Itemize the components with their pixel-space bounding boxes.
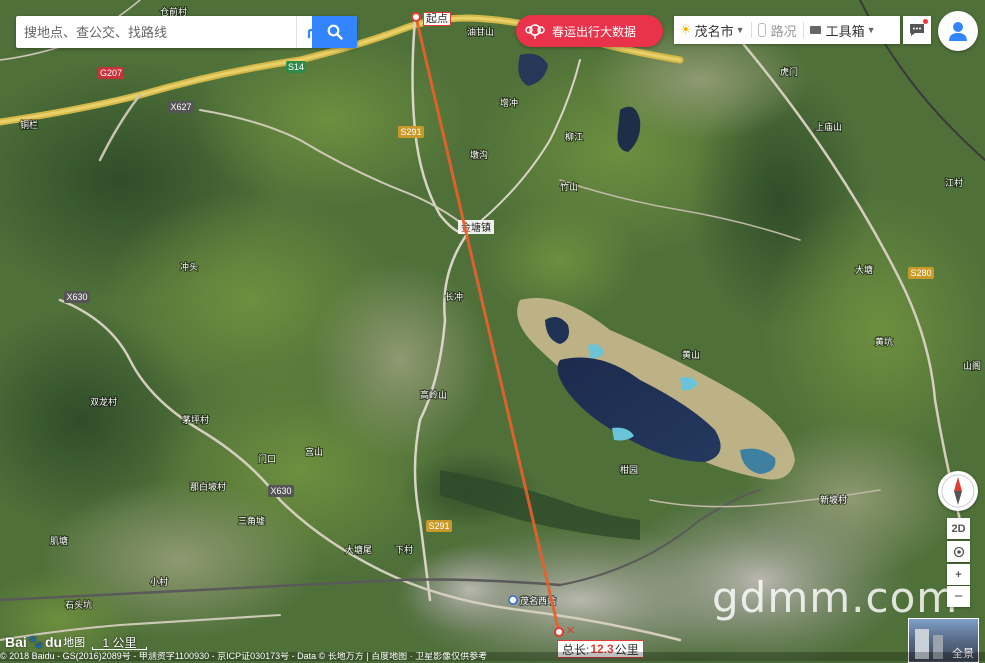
message-icon (910, 24, 924, 36)
road-x627: X627 (170, 102, 191, 112)
search-button[interactable] (312, 16, 357, 48)
road-g207: G207 (100, 68, 122, 78)
compass-button[interactable] (938, 471, 978, 511)
road-x630-west: X630 (66, 292, 87, 302)
city-selector[interactable]: ☀ 茂名市 ▼ (674, 16, 751, 44)
measure-close-icon[interactable]: ✕ (566, 626, 575, 637)
traffic-light-icon (757, 23, 766, 37)
search-icon (327, 24, 343, 40)
place-label: 增冲 (500, 97, 518, 108)
scale-bar (92, 647, 147, 650)
scale-label: 1 公里 (102, 636, 137, 650)
banner-label: 春运出行大数据 (552, 24, 637, 39)
place-label: 江村 (945, 177, 963, 188)
place-label: 门口 (258, 453, 276, 464)
route-start-label: 起点 (423, 12, 451, 26)
toolbox-button[interactable]: 工具箱 ▼ (804, 16, 882, 44)
toolbox-label: 工具箱 (825, 23, 865, 39)
toolbox-icon (809, 26, 821, 34)
route-start-point (411, 12, 421, 22)
road-x630-south: X630 (270, 486, 291, 496)
compass-icon (941, 474, 975, 508)
road-s14: S14 (288, 62, 304, 72)
place-label: 黄山 (682, 349, 700, 360)
place-hedong: 山阁 (963, 360, 981, 371)
route-end-point (554, 627, 564, 637)
zoom-in-button[interactable]: + (947, 564, 970, 585)
place-label: 上庙山 (815, 121, 842, 132)
locate-icon (953, 546, 964, 557)
spring-travel-banner[interactable]: 春运出行大数据 (516, 15, 663, 47)
place-label: 石头坑 (65, 599, 92, 610)
logo-sub: 地图 (63, 637, 86, 649)
place-label: 柑园 (620, 464, 638, 475)
knot-icon (525, 24, 545, 39)
place-label: 茅坪村 (182, 414, 209, 425)
watermark: gdmm.com (712, 573, 959, 622)
place-label: 长冲 (445, 291, 463, 302)
logo-suffix: du (44, 634, 63, 650)
place-label: 虎门 (780, 66, 798, 77)
place-label: 墩沟 (470, 149, 488, 160)
place-label: 那白坡村 (190, 481, 226, 492)
place-label: 小村 (150, 576, 168, 587)
weather-sun-icon: ☀ (680, 22, 692, 37)
place-label: 大塘尾 (345, 544, 372, 555)
place-label: 铜栏 (20, 119, 38, 130)
search-box (16, 16, 357, 48)
place-label: 下村 (395, 544, 413, 555)
place-label: 竹山 (560, 181, 578, 192)
user-avatar-button[interactable] (938, 11, 978, 51)
baidu-map-logo: Bai 🐾 du 地图 (5, 634, 85, 650)
copyright-text: © 2018 Baidu - GS(2016)2089号 - 甲测资字11009… (0, 652, 985, 661)
place-label: 新坡村 (820, 494, 847, 505)
place-label: 宫山 (305, 446, 323, 457)
message-button[interactable] (903, 16, 931, 44)
place-label: 黄坑 (875, 336, 893, 347)
place-label: 三角墟 (238, 515, 265, 526)
top-toolbar: ☀ 茂名市 ▼ 路况 工具箱 ▼ (674, 16, 900, 44)
satellite-map[interactable]: G207 S14 S291 X627 X630 X630 S291 S280 仓… (0, 0, 985, 661)
place-label: 油甘山 (467, 26, 494, 37)
locate-button[interactable] (947, 541, 970, 562)
logo-prefix: Bai (5, 634, 27, 650)
zoom-out-button[interactable]: − (947, 586, 970, 607)
place-label: 肌塘 (50, 535, 68, 546)
city-name: 茂名市 (694, 23, 734, 39)
search-input[interactable] (16, 16, 278, 48)
road-s280: S280 (910, 268, 931, 278)
place-label: 冲头 (180, 261, 198, 272)
chevron-down-icon: ▼ (866, 25, 876, 35)
road-s291-north: S291 (400, 127, 421, 137)
traffic-button[interactable]: 路况 (752, 16, 803, 44)
notification-dot (923, 19, 928, 24)
road-s291-south: S291 (428, 521, 449, 531)
user-icon (949, 22, 967, 41)
paw-icon: 🐾 (27, 634, 44, 649)
place-label: 大塘 (855, 264, 873, 275)
chevron-down-icon: ▼ (735, 25, 745, 35)
view-2d-button[interactable]: 2D (947, 518, 970, 539)
place-label: 双龙村 (90, 396, 117, 407)
traffic-label: 路况 (770, 23, 797, 39)
place-label: 柳江 (565, 131, 583, 142)
place-label: 高岭山 (420, 389, 447, 400)
